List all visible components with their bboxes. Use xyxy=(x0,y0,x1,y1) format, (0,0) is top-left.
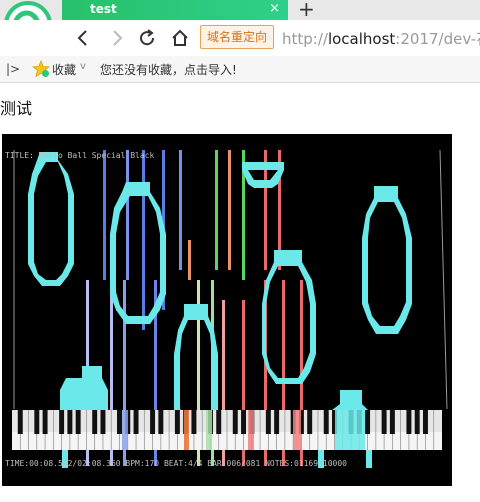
tab-title: test xyxy=(90,2,117,16)
song-title-text: TITLE: Mario Ball Special Black xyxy=(5,151,154,160)
black-key xyxy=(406,410,412,434)
favorites-menu[interactable]: 收藏 xyxy=(52,61,76,78)
url-path: :2017/dev-花 xyxy=(395,30,480,48)
reload-button[interactable] xyxy=(132,20,162,56)
url-text: http://localhost:2017/dev-花 xyxy=(282,28,480,49)
import-favorites-hint[interactable]: 您还没有收藏，点击导入! xyxy=(100,61,237,78)
black-key xyxy=(100,410,106,434)
black-key xyxy=(422,410,428,434)
black-key xyxy=(191,410,197,434)
black-key xyxy=(67,410,73,434)
home-button[interactable] xyxy=(165,20,195,56)
tab-close-button[interactable]: × xyxy=(269,1,280,16)
black-key xyxy=(216,410,222,434)
black-key xyxy=(42,410,48,434)
back-arrow-icon xyxy=(77,30,87,46)
url-host: localhost xyxy=(327,30,396,48)
chevron-down-icon[interactable]: v xyxy=(80,61,86,72)
black-key xyxy=(307,410,313,434)
tab-test[interactable]: test × xyxy=(62,0,288,20)
black-key xyxy=(241,410,247,434)
home-icon xyxy=(172,29,188,46)
black-key xyxy=(381,410,387,434)
black-key xyxy=(365,410,371,434)
black-key xyxy=(34,410,40,434)
navigation-bar: 域名重定向 http://localhost:2017/dev-花 xyxy=(0,20,480,56)
black-key xyxy=(59,410,65,434)
forward-button[interactable] xyxy=(102,20,132,56)
black-key xyxy=(133,410,139,434)
black-key xyxy=(232,410,238,434)
back-button[interactable] xyxy=(68,20,98,56)
visualizer-graphic: TITLE: Mario Ball Special Black TIME:00:… xyxy=(2,134,452,486)
sidebar-toggle-icon[interactable]: |> xyxy=(6,62,20,76)
piano-keyboard xyxy=(12,410,442,450)
black-key xyxy=(17,410,23,434)
forward-arrow-icon xyxy=(113,30,123,46)
black-key xyxy=(414,410,420,434)
black-key xyxy=(323,410,329,434)
music-visualizer-canvas[interactable]: TITLE: Mario Ball Special Black TIME:00:… xyxy=(2,134,452,486)
black-key xyxy=(265,410,271,434)
favorites-star-icon[interactable] xyxy=(32,60,50,78)
tab-bar: test × + xyxy=(0,0,480,21)
black-key xyxy=(75,410,81,434)
black-key xyxy=(174,410,180,434)
dns-redirect-badge[interactable]: 域名重定向 xyxy=(200,25,275,49)
reload-icon xyxy=(140,29,155,46)
black-key xyxy=(274,410,280,434)
black-key xyxy=(150,410,156,434)
address-bar[interactable]: 域名重定向 http://localhost:2017/dev-花 xyxy=(198,23,480,51)
page-heading: 测试 xyxy=(0,99,33,118)
black-key xyxy=(158,410,164,434)
black-key xyxy=(117,410,122,434)
black-key xyxy=(389,410,395,434)
url-scheme: http:// xyxy=(282,30,328,48)
status-readout-text: TIME:00:08.542/02:08.360 BPM:170 BEAT:4/… xyxy=(5,459,347,468)
new-tab-button[interactable]: + xyxy=(298,0,315,21)
black-key xyxy=(92,410,98,434)
bookmarks-bar: |> 收藏 v 您还没有收藏，点击导入! xyxy=(0,56,480,83)
